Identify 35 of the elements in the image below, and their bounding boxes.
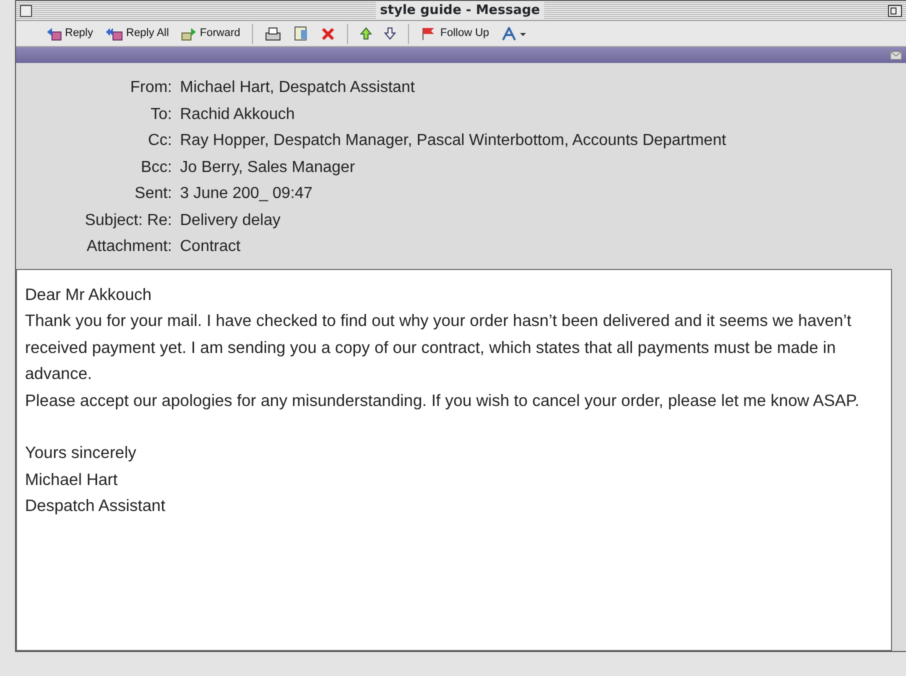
message-text: Thank you for your mail. I have checked to find out why your order hasn’t been delivered and it seems we haven’t received payment yet. I am sending you a copy of our contract, which states that all payments must be made in advance. (25, 311, 852, 385)
field-label: Bcc: (140, 158, 173, 178)
message-text: Despatch Assistant (25, 496, 166, 517)
window-title: style guide - Message (376, 2, 544, 20)
message-text: Yours sincerely (25, 443, 138, 464)
field-label: Sent: (134, 184, 173, 204)
close-box[interactable] (20, 4, 32, 16)
forward-button[interactable]: Forward (180, 25, 240, 42)
envelope-icon (890, 50, 902, 60)
field-label: Cc: (147, 131, 173, 151)
printer-icon[interactable] (265, 26, 282, 40)
envelope-arrows-icon (105, 26, 124, 40)
message-text: Michael Hart (25, 470, 119, 490)
field-label: To: (150, 104, 173, 124)
document-icon[interactable] (293, 26, 310, 41)
field-value: 3 June 200_ 09:47 (180, 184, 313, 204)
zoom-box[interactable] (888, 4, 902, 16)
follow-up-button[interactable]: Follow Up (421, 25, 490, 42)
field-value: Delivery delay (180, 210, 280, 230)
field-value: Ray Hopper, Despatch Manager, Pascal Winterbottom, Accounts Department (180, 131, 726, 151)
field-label: From: (129, 78, 173, 98)
field-value: Rachid Akkouch (180, 104, 295, 124)
field-label: Subject: Re: (84, 210, 173, 230)
up-arrow-icon[interactable] (360, 27, 372, 40)
reply-button[interactable]: Reply (46, 25, 94, 42)
field-value: Michael Hart, Despatch Assistant (180, 78, 415, 98)
message-text: Please accept our apologies for any misunderstanding. If you wish to cancel your order, please let me know ASAP. (25, 390, 860, 412)
reply-all-button[interactable]: Reply All (105, 25, 169, 42)
field-value: Jo Berry, Sales Manager (180, 158, 355, 178)
down-arrow-icon[interactable] (384, 27, 396, 40)
field-label: Attachment: (86, 237, 173, 257)
message-text: Dear Mr Akkouch (25, 284, 153, 306)
font-icon[interactable] (501, 26, 528, 40)
delete-icon[interactable] (321, 26, 336, 40)
field-value: Contract (180, 237, 240, 257)
